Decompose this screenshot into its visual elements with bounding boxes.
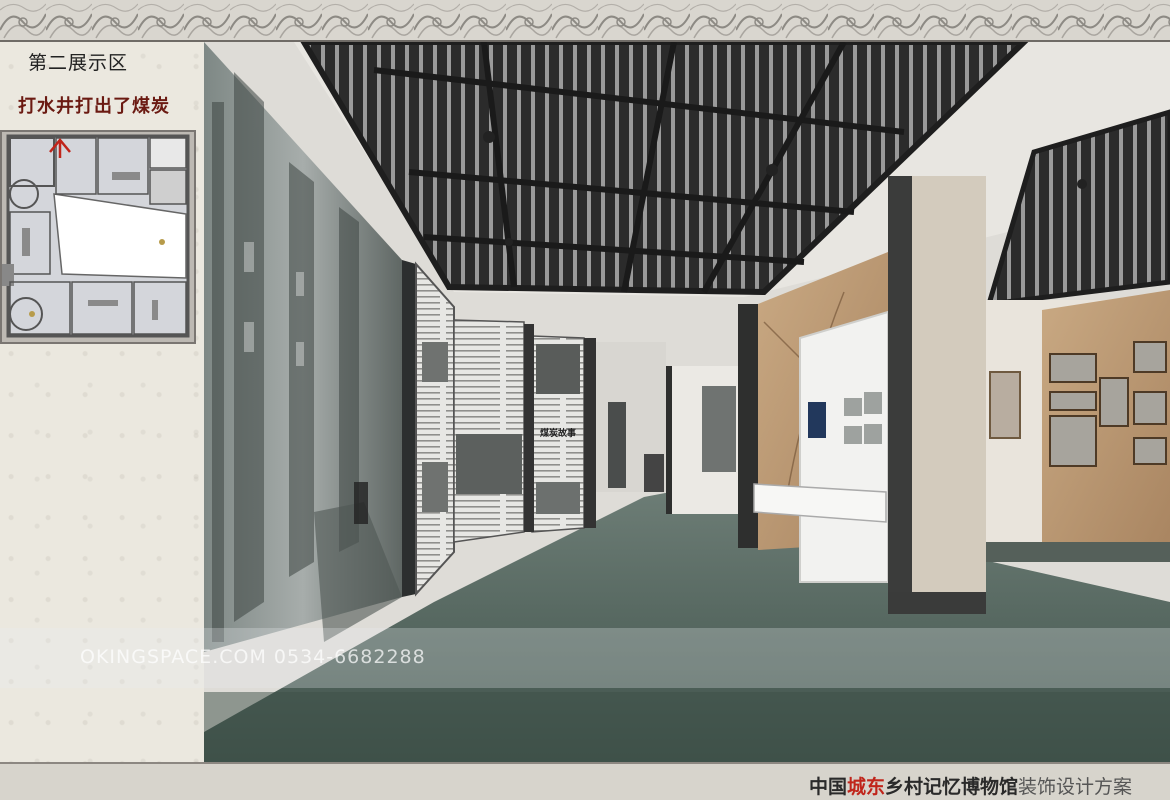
white-info-display	[799, 310, 889, 583]
footer-title-part3: 乡村记忆博物馆	[884, 776, 1018, 798]
panel-main-heading: 煤炭故事	[540, 427, 576, 439]
watermark-text: OKINGSPACE.COM 0534-6682288	[80, 646, 426, 668]
footer-title-part1: 中国	[808, 776, 847, 798]
info-panel-2	[453, 319, 525, 543]
footer-title-highlight: 城东	[846, 776, 885, 798]
zone-title: 第二展示区	[28, 52, 129, 74]
info-panel-1	[415, 261, 455, 597]
footer-title: 中国城东乡村记忆博物馆装饰设计方案	[809, 772, 1132, 799]
exhibit-title: 打水井打出了煤炭	[18, 96, 170, 117]
wave-pattern	[0, 0, 1170, 40]
decorative-top-border	[0, 0, 1170, 42]
footer: 中国城东乡村记忆博物馆装饰设计方案	[0, 762, 1170, 800]
floor-plan	[0, 130, 196, 344]
footer-title-part4: 装饰设计方案	[1017, 776, 1132, 798]
